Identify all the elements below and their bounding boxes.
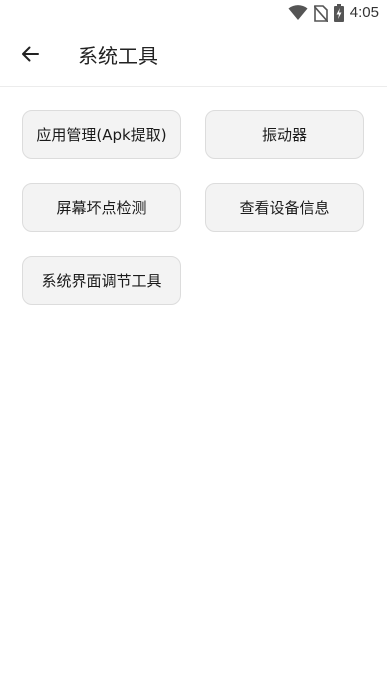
arrow-left-icon (20, 44, 40, 68)
no-sim-icon (313, 4, 328, 22)
battery-charging-icon (333, 4, 344, 22)
status-bar: 4:05 (0, 0, 387, 26)
status-time: 4:05 (349, 4, 379, 21)
app-bar: 系统工具 (0, 26, 387, 87)
system-ui-tuner-button[interactable]: 系统界面调节工具 (22, 256, 181, 305)
back-button[interactable] (10, 36, 50, 76)
wifi-icon (288, 5, 308, 21)
page-title: 系统工具 (78, 44, 158, 68)
device-info-button[interactable]: 查看设备信息 (205, 183, 364, 232)
status-icons: 4:05 (288, 3, 379, 23)
vibrator-button[interactable]: 振动器 (205, 110, 364, 159)
app-manager-apk-extract-button[interactable]: 应用管理(Apk提取) (22, 110, 181, 159)
dead-pixel-test-button[interactable]: 屏幕坏点检测 (22, 183, 181, 232)
